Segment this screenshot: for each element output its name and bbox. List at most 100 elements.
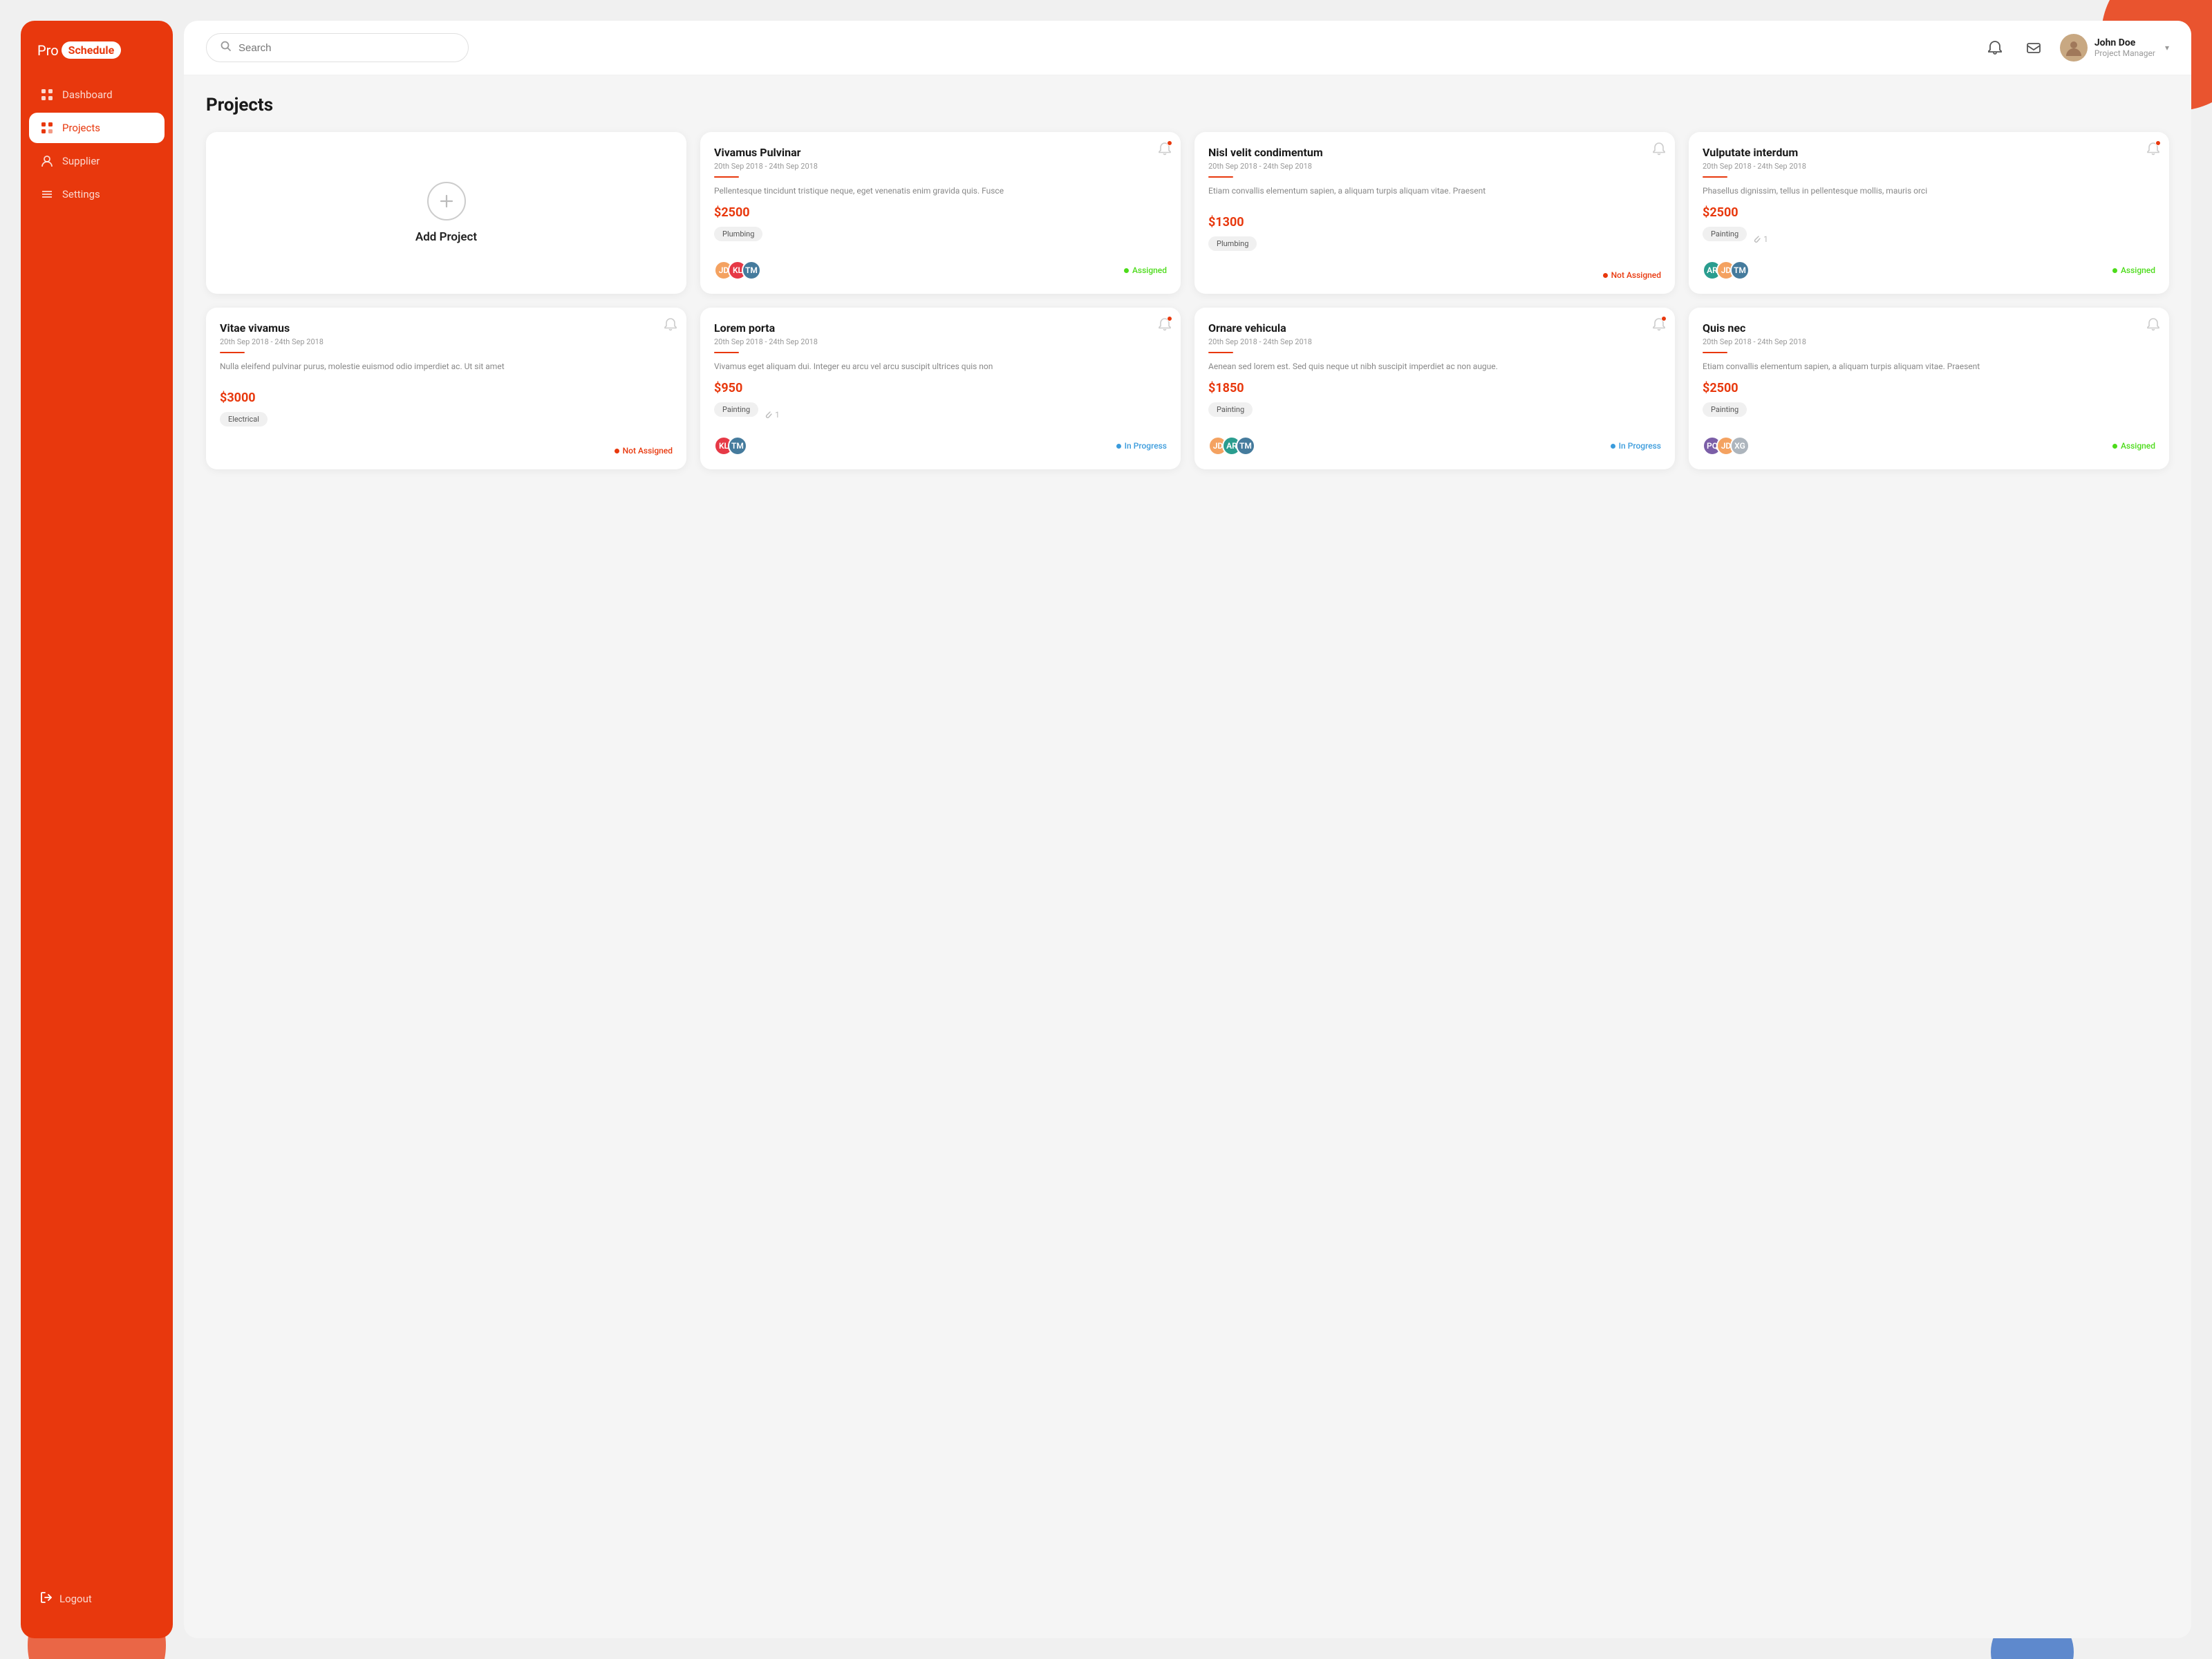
card-footer: ARJDTM Assigned (1703, 261, 2155, 280)
card-avatars: ARJDTM (1703, 261, 1750, 280)
card-description: Aenean sed lorem est. Sed quis neque ut … (1208, 360, 1661, 373)
notification-icon (1653, 317, 1665, 334)
card-date: 20th Sep 2018 - 24th Sep 2018 (714, 162, 1167, 171)
notification-bell-button[interactable] (1983, 35, 2007, 60)
avatar-sm: XG (1730, 436, 1750, 456)
card-tag-row: Painting 1 (1703, 227, 2155, 251)
supplier-label: Supplier (62, 155, 100, 167)
dashboard-label: Dashboard (62, 88, 113, 101)
card-divider (1208, 176, 1233, 178)
card-divider (1208, 352, 1233, 353)
project-card-lorem[interactable]: Lorem porta 20th Sep 2018 - 24th Sep 201… (700, 308, 1181, 469)
message-button[interactable] (2021, 35, 2046, 60)
status-badge: In Progress (1116, 441, 1167, 451)
project-card-nisl[interactable]: Nisl velit condimentum 20th Sep 2018 - 2… (1194, 132, 1675, 294)
avatar-sm: TM (1730, 261, 1750, 280)
projects-label: Projects (62, 122, 100, 134)
add-project-card[interactable]: Add Project (206, 132, 686, 294)
sidebar-item-supplier[interactable]: Supplier (29, 146, 165, 176)
notification-dot (1167, 316, 1172, 321)
card-tag: Electrical (220, 412, 268, 427)
status-dot (2112, 268, 2117, 273)
notification-dot (1661, 316, 1667, 321)
project-card-quis[interactable]: Quis nec 20th Sep 2018 - 24th Sep 2018 E… (1689, 308, 2169, 469)
projects-icon (40, 121, 54, 135)
search-input[interactable] (238, 42, 454, 54)
notification-icon (664, 317, 677, 334)
card-footer: Not Assigned (1208, 270, 1661, 280)
settings-label: Settings (62, 188, 100, 200)
notification-icon (1159, 142, 1171, 158)
status-label: Assigned (2121, 441, 2155, 451)
card-tag: Plumbing (1208, 236, 1257, 251)
clip-count: 1 (1752, 234, 1768, 244)
sidebar-item-settings[interactable]: Settings (29, 179, 165, 209)
card-tag-row: Painting (1703, 402, 2155, 427)
card-description: Vivamus eget aliquam dui. Integer eu arc… (714, 360, 1167, 373)
supplier-icon (40, 154, 54, 168)
card-tag: Painting (714, 402, 758, 417)
card-price: $2500 (714, 205, 1167, 220)
status-label: In Progress (1125, 441, 1167, 451)
card-title: Vulputate interdum (1703, 146, 2155, 159)
status-badge: Assigned (1124, 265, 1167, 275)
card-tag: Painting (1208, 402, 1253, 417)
status-dot (1124, 268, 1129, 273)
card-divider (714, 352, 739, 353)
card-divider (1703, 352, 1727, 353)
card-description: Pellentesque tincidunt tristique neque, … (714, 185, 1167, 197)
logout-button[interactable]: Logout (21, 1580, 173, 1618)
header-right: John Doe Project Manager ▾ (1983, 34, 2169, 62)
sidebar-logo: Pro Schedule (21, 41, 173, 79)
project-card-vivamus[interactable]: Vivamus Pulvinar 20th Sep 2018 - 24th Se… (700, 132, 1181, 294)
card-tag-row: Electrical (220, 412, 673, 436)
projects-grid: Add Project Vivamus Pulvinar 20th Sep 20… (206, 132, 2169, 469)
search-bar-container[interactable] (206, 33, 469, 62)
card-price: $1300 (1208, 215, 1661, 229)
user-text-block: John Doe Project Manager (2094, 37, 2155, 58)
status-badge: In Progress (1611, 441, 1661, 451)
logo-pro-text: Pro (37, 42, 59, 59)
notification-dot (1167, 140, 1172, 146)
card-title: Ornare vehicula (1208, 321, 1661, 335)
status-dot (1611, 444, 1615, 449)
logout-icon (40, 1591, 53, 1606)
card-description: Nulla eleifend pulvinar purus, molestie … (220, 360, 673, 382)
status-dot (1116, 444, 1121, 449)
card-tag: Painting (1703, 227, 1747, 241)
add-project-icon (427, 182, 466, 221)
status-badge: Not Assigned (1603, 270, 1661, 280)
card-tag-row: Plumbing (714, 227, 1167, 251)
card-avatars: KLTM (714, 436, 747, 456)
card-footer: Not Assigned (220, 446, 673, 456)
card-price: $950 (714, 381, 1167, 395)
card-date: 20th Sep 2018 - 24th Sep 2018 (1208, 162, 1661, 171)
dashboard-icon (40, 88, 54, 102)
status-label: Assigned (1132, 265, 1167, 275)
card-avatars: JDKLTM (714, 261, 761, 280)
card-divider (220, 352, 245, 353)
project-card-vitae[interactable]: Vitae vivamus 20th Sep 2018 - 24th Sep 2… (206, 308, 686, 469)
status-label: Not Assigned (623, 446, 673, 456)
card-price: $3000 (220, 391, 673, 405)
card-footer: PQJDXG Assigned (1703, 436, 2155, 456)
card-tag-row: Painting (1208, 402, 1661, 427)
user-menu[interactable]: John Doe Project Manager ▾ (2060, 34, 2169, 62)
header: John Doe Project Manager ▾ (184, 21, 2191, 75)
main-content: John Doe Project Manager ▾ Projects (184, 21, 2191, 1638)
sidebar-item-projects[interactable]: Projects (29, 113, 165, 143)
project-card-ornare[interactable]: Ornare vehicula 20th Sep 2018 - 24th Sep… (1194, 308, 1675, 469)
notification-icon (1653, 142, 1665, 158)
sidebar: Pro Schedule Dashboard (21, 21, 173, 1638)
status-label: Assigned (2121, 265, 2155, 275)
page-title: Projects (206, 95, 2169, 115)
card-tag: Plumbing (714, 227, 762, 241)
card-description: Etiam convallis elementum sapien, a aliq… (1703, 360, 2155, 373)
project-card-vulputate[interactable]: Vulputate interdum 20th Sep 2018 - 24th … (1689, 132, 2169, 294)
status-label: Not Assigned (1611, 270, 1661, 280)
status-badge: Assigned (2112, 265, 2155, 275)
card-date: 20th Sep 2018 - 24th Sep 2018 (1703, 337, 2155, 346)
avatar-sm: TM (728, 436, 747, 456)
sidebar-item-dashboard[interactable]: Dashboard (29, 79, 165, 110)
card-date: 20th Sep 2018 - 24th Sep 2018 (1208, 337, 1661, 346)
